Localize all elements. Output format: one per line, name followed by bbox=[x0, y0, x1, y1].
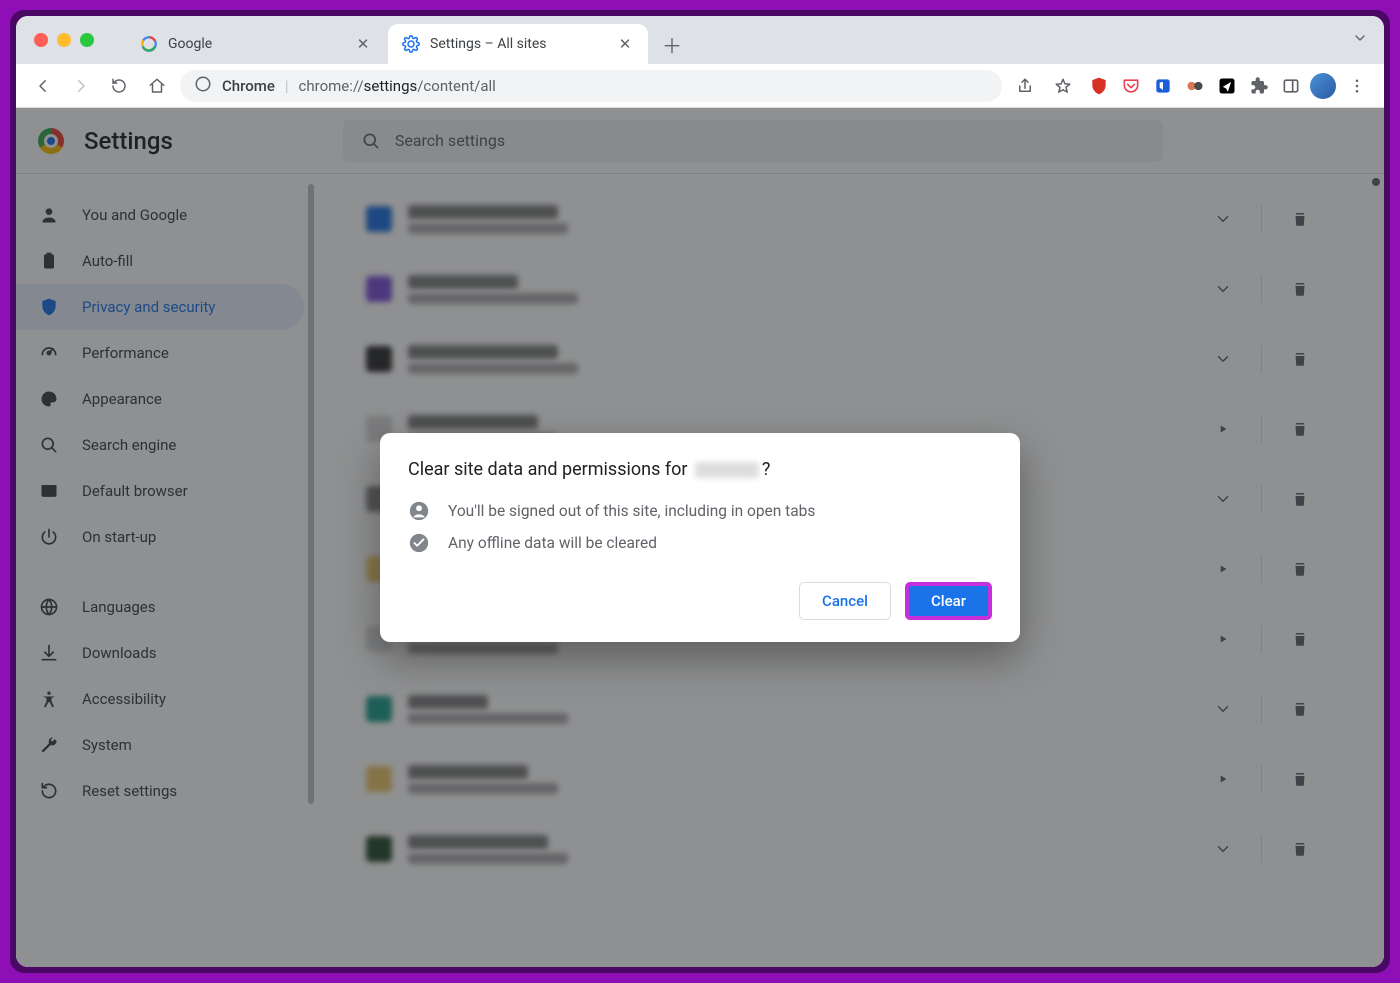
browser-tab-settings[interactable]: Settings – All sites ✕ bbox=[388, 24, 648, 64]
extension-ublock-icon[interactable] bbox=[1086, 73, 1112, 99]
tab-title: Settings – All sites bbox=[430, 36, 606, 52]
back-button[interactable] bbox=[28, 71, 58, 101]
dialog-info-line-2: Any offline data will be cleared bbox=[408, 532, 992, 554]
tab-close-button[interactable]: ✕ bbox=[354, 35, 372, 53]
side-panel-button[interactable] bbox=[1278, 73, 1304, 99]
clear-button[interactable]: Clear bbox=[905, 582, 992, 620]
bookmark-button[interactable] bbox=[1048, 71, 1078, 101]
window-close-button[interactable] bbox=[34, 33, 48, 47]
new-tab-button[interactable]: ＋ bbox=[656, 28, 688, 60]
redacted-site-name bbox=[695, 462, 759, 478]
extension-pocket-icon[interactable] bbox=[1118, 73, 1144, 99]
reload-button[interactable] bbox=[104, 71, 134, 101]
settings-page: Settings Search settings You and GoogleA… bbox=[16, 108, 1384, 967]
url-scheme-label: Chrome bbox=[222, 77, 275, 95]
address-bar[interactable]: Chrome | chrome://settings/content/all bbox=[180, 70, 1002, 102]
extension-generic-icon[interactable] bbox=[1182, 73, 1208, 99]
site-info-icon[interactable] bbox=[194, 75, 212, 97]
url-host: chrome:// bbox=[299, 77, 364, 95]
offline-check-icon bbox=[408, 532, 430, 554]
profile-avatar-button[interactable] bbox=[1310, 73, 1336, 99]
window-controls bbox=[34, 33, 94, 47]
extension-row bbox=[1086, 71, 1372, 101]
chrome-menu-button[interactable] bbox=[1342, 71, 1372, 101]
extension-send-icon[interactable] bbox=[1214, 73, 1240, 99]
extension-bitwarden-icon[interactable] bbox=[1150, 73, 1176, 99]
browser-tab-google[interactable]: Google ✕ bbox=[126, 24, 386, 64]
window-maximize-button[interactable] bbox=[80, 33, 94, 47]
clear-site-data-dialog: Clear site data and permissions for ? Yo… bbox=[380, 433, 1020, 642]
tab-title: Google bbox=[168, 36, 344, 52]
google-favicon-icon bbox=[140, 35, 158, 53]
extensions-menu-button[interactable] bbox=[1246, 73, 1272, 99]
cancel-button[interactable]: Cancel bbox=[799, 582, 891, 620]
window-minimize-button[interactable] bbox=[57, 33, 71, 47]
settings-favicon-icon bbox=[402, 35, 420, 53]
home-button[interactable] bbox=[142, 71, 172, 101]
url-path-strong: settings bbox=[364, 77, 418, 95]
share-button[interactable] bbox=[1010, 71, 1040, 101]
dialog-info-line-1: You'll be signed out of this site, inclu… bbox=[408, 500, 992, 522]
tab-overflow-button[interactable] bbox=[1352, 30, 1368, 50]
browser-toolbar: Chrome | chrome://settings/content/all bbox=[16, 64, 1384, 108]
person-icon bbox=[408, 500, 430, 522]
browser-tabstrip: Google ✕ Settings – All sites ✕ ＋ bbox=[16, 16, 1384, 64]
url-path-rest: /content/all bbox=[417, 77, 496, 95]
forward-button[interactable] bbox=[66, 71, 96, 101]
dialog-title: Clear site data and permissions for ? bbox=[408, 459, 992, 480]
tab-close-button[interactable]: ✕ bbox=[616, 35, 634, 53]
modal-overlay: Clear site data and permissions for ? Yo… bbox=[16, 108, 1384, 967]
